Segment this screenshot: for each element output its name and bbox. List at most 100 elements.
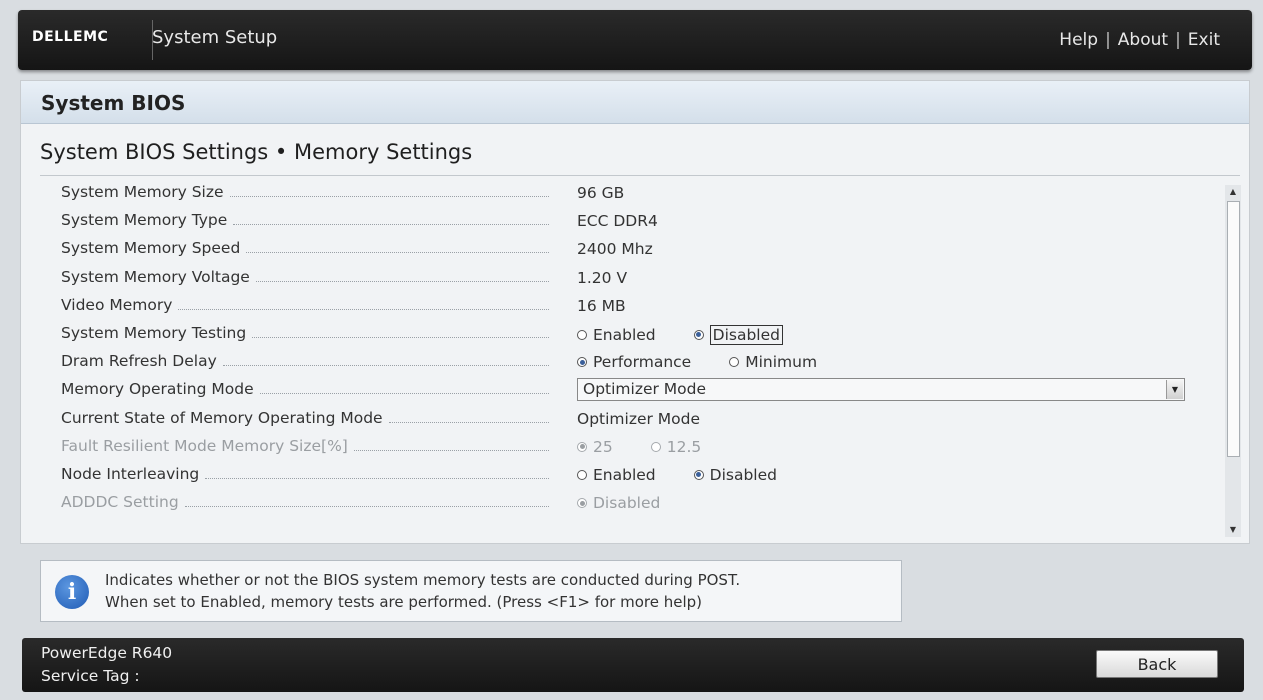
leader-dots: [233, 215, 549, 226]
setting-label-text: System Memory Speed: [61, 239, 241, 258]
setting-row: System Memory Size 96 GB: [61, 179, 1211, 207]
link-separator: |: [1175, 30, 1181, 50]
setting-row: Fault Resilient Mode Memory Size[%] 25 12.…: [61, 433, 1211, 461]
setting-value: Optimizer Mode: [577, 409, 701, 428]
setting-label: System Memory Speed: [61, 239, 553, 257]
radio-selected-icon[interactable]: [693, 329, 704, 340]
title-divider: [40, 175, 1240, 176]
radio-unselected-icon[interactable]: [577, 329, 587, 340]
setting-label: System Memory Size: [61, 183, 553, 201]
radio-option-label: Minimum: [745, 353, 818, 372]
radio-option[interactable]: Minimum: [729, 353, 817, 371]
setting-label-text: ADDDC Setting: [61, 493, 179, 512]
top-bar: DELLEMC System Setup Help | About | Exit: [18, 10, 1252, 70]
radio-option[interactable]: Disabled: [693, 466, 777, 484]
setting-label-text: Dram Refresh Delay: [61, 352, 217, 371]
setting-value: ECC DDR4: [577, 212, 658, 231]
setting-label: System Memory Testing: [61, 324, 553, 342]
scrollbar-thumb[interactable]: [1227, 201, 1240, 457]
dell-emc-logo: DELLEMC: [32, 29, 109, 45]
radio-group: Enabled Disabled: [577, 324, 821, 345]
leader-dots: [205, 469, 549, 479]
radio-option-label: Performance: [593, 353, 692, 372]
link-separator: |: [1105, 30, 1111, 50]
radio-option-label: Enabled: [593, 465, 656, 484]
help-box: i Indicates whether or not the BIOS syst…: [40, 560, 902, 622]
service-tag: Service Tag :: [41, 667, 140, 685]
setting-row: ADDDC Setting Disabled: [61, 489, 1211, 517]
leader-dots: [229, 187, 549, 197]
help-line-1: Indicates whether or not the BIOS system…: [105, 571, 741, 589]
scroll-up-arrow-icon[interactable]: ▲: [1225, 185, 1241, 199]
leader-dots: [388, 413, 549, 423]
setting-label: Fault Resilient Mode Memory Size[%]: [61, 437, 553, 455]
about-link[interactable]: About: [1118, 30, 1168, 50]
setting-label: Dram Refresh Delay: [61, 352, 553, 370]
setting-row: System Memory Speed 2400 Mhz: [61, 235, 1211, 263]
page-title: System BIOS Settings • Memory Settings: [40, 140, 473, 164]
radio-option-label: 12.5: [666, 437, 702, 456]
leader-dots: [259, 384, 549, 395]
memory-operating-mode-dropdown[interactable]: Optimizer Mode ▼: [577, 378, 1185, 402]
setting-row: Dram Refresh Delay Performance Minimum: [61, 348, 1211, 376]
setting-label: Memory Operating Mode: [61, 380, 553, 398]
radio-unselected-icon: [650, 441, 661, 452]
radio-option: 12.5: [650, 437, 702, 456]
radio-group: Enabled Disabled: [577, 466, 815, 484]
leader-dots: [353, 441, 549, 451]
panel-header: [21, 81, 1249, 124]
panel-title: System BIOS: [41, 91, 186, 115]
radio-group: Disabled: [577, 494, 698, 512]
radio-option-label: Enabled: [593, 325, 656, 344]
radio-option[interactable]: Enabled: [577, 326, 656, 344]
scroll-down-arrow-icon[interactable]: ▼: [1225, 523, 1241, 537]
setting-row: System Memory Type ECC DDR4: [61, 207, 1211, 235]
exit-link[interactable]: Exit: [1188, 30, 1220, 50]
radio-unselected-icon[interactable]: [577, 469, 587, 480]
leader-dots: [246, 243, 549, 254]
radio-option-label: Disabled: [593, 494, 661, 513]
radio-group: Performance Minimum: [577, 353, 855, 371]
back-button[interactable]: Back: [1096, 650, 1218, 678]
setting-label: Current State of Memory Operating Mode: [61, 409, 553, 427]
dropdown-value: Optimizer Mode: [583, 380, 707, 399]
setting-label-text: Current State of Memory Operating Mode: [61, 408, 383, 427]
radio-option[interactable]: Disabled: [693, 324, 783, 345]
app-title: System Setup: [152, 27, 278, 48]
footer-bar: PowerEdge R640 Service Tag : Back: [22, 638, 1244, 692]
radio-option[interactable]: Enabled: [577, 466, 656, 484]
radio-option: 25: [577, 438, 613, 456]
radio-unselected-icon[interactable]: [729, 357, 740, 368]
setting-value: 96 GB: [577, 184, 625, 202]
setting-label-text: Fault Resilient Mode Memory Size[%]: [61, 436, 348, 455]
setting-row: Node Interleaving Enabled Disabled: [61, 461, 1211, 489]
radio-group: 25 12.5: [577, 438, 739, 456]
radio-selected-icon[interactable]: [693, 469, 704, 480]
radio-option: Disabled: [577, 494, 660, 512]
help-link[interactable]: Help: [1059, 30, 1098, 50]
radio-selected-icon: [577, 498, 587, 509]
radio-option-label: Disabled: [709, 324, 783, 345]
system-model: PowerEdge R640: [41, 644, 173, 662]
setting-value: 1.20 V: [577, 268, 628, 287]
radio-option[interactable]: Performance: [577, 353, 691, 371]
help-text: Indicates whether or not the BIOS system…: [105, 569, 740, 613]
radio-option-label: 25: [593, 437, 613, 456]
info-icon: i: [55, 575, 89, 609]
setting-row: Video Memory 16 MB: [61, 292, 1211, 320]
header-links: Help | About | Exit: [1059, 30, 1220, 50]
setting-label: System Memory Type: [61, 211, 553, 229]
leader-dots: [222, 356, 549, 367]
leader-dots: [184, 497, 549, 508]
setting-label-text: Memory Operating Mode: [61, 380, 254, 399]
leader-dots: [252, 328, 549, 338]
setting-value: 16 MB: [577, 296, 626, 315]
setting-row: Memory Operating Mode Optimizer Mode ▼: [61, 376, 1211, 404]
setting-label: ADDDC Setting: [61, 493, 553, 511]
settings-list: System Memory Size 96 GB System Memory Typ…: [61, 179, 1211, 517]
chevron-down-icon[interactable]: ▼: [1166, 380, 1183, 400]
settings-panel: System BIOS System BIOS Settings • Memor…: [20, 80, 1250, 544]
radio-selected-icon[interactable]: [577, 357, 587, 368]
scrollbar[interactable]: ▲ ▼: [1225, 185, 1241, 537]
radio-selected-icon: [577, 441, 587, 452]
